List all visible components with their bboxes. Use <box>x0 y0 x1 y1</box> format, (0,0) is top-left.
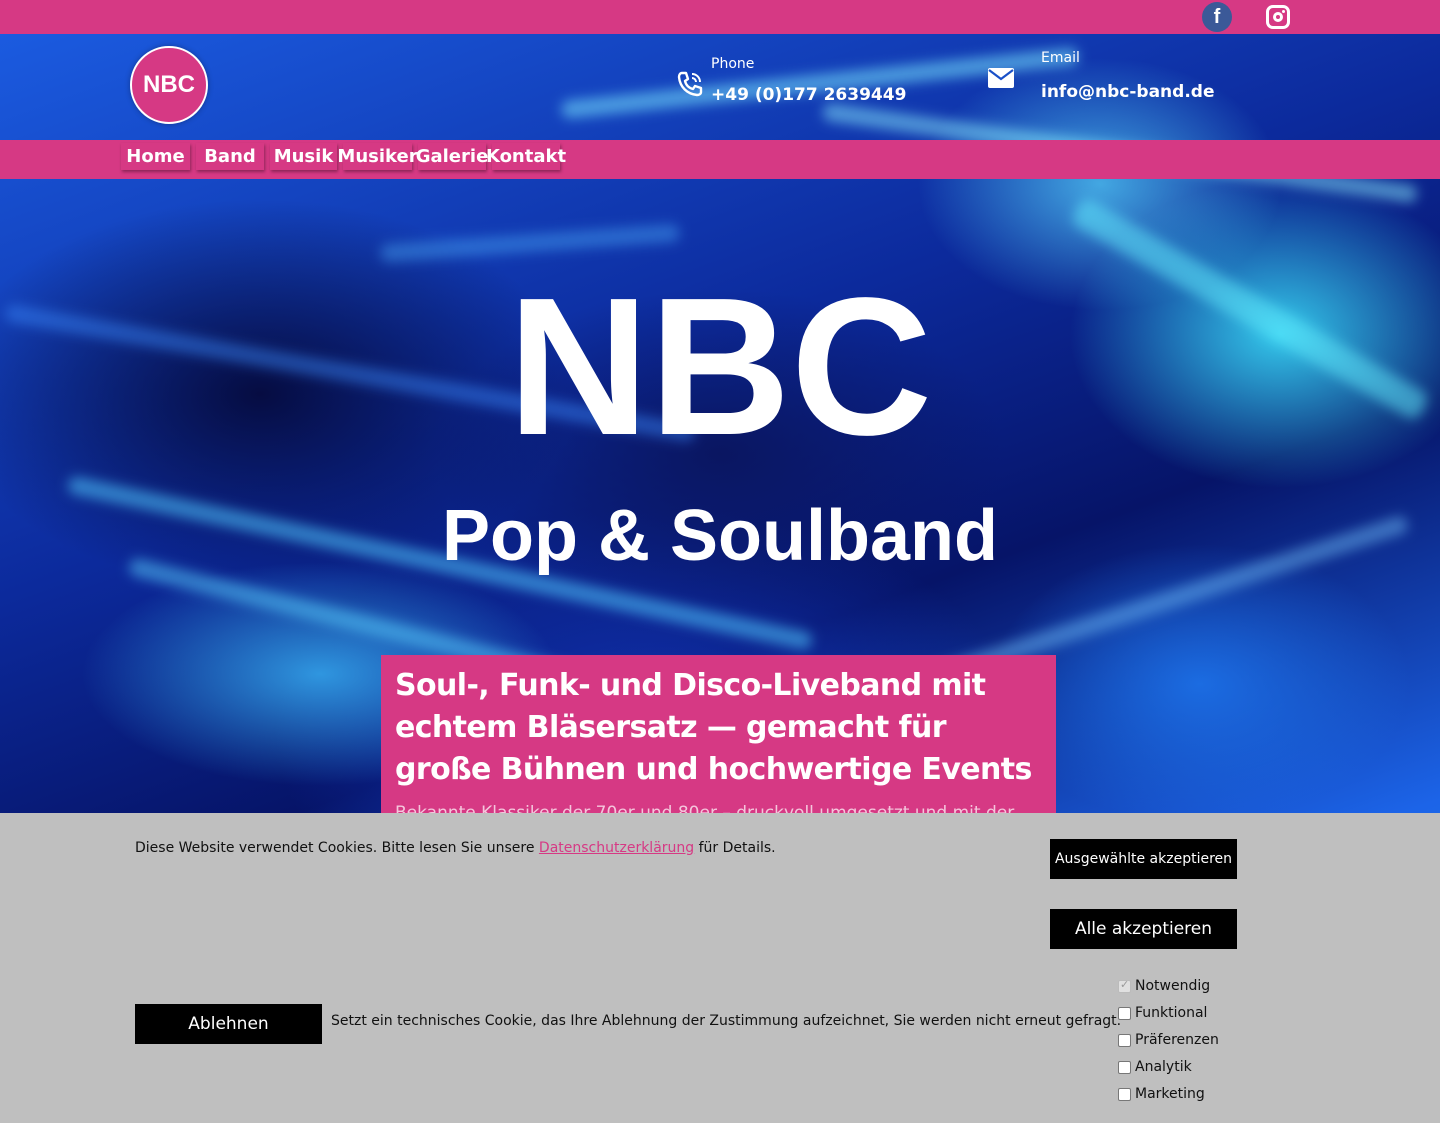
nav-kontakt[interactable]: Kontakt <box>486 143 566 170</box>
logo-text: NBC <box>143 71 195 98</box>
hero-title: NBC <box>507 257 933 476</box>
intro-heading: Soul-, Funk- und Disco-Liveband mit echt… <box>395 668 1032 787</box>
privacy-policy-link[interactable]: Datenschutzerklärung <box>539 840 694 856</box>
nav-musiker[interactable]: Musiker <box>337 143 418 170</box>
cookie-category-praeferenzen[interactable]: Präferenzen <box>1118 1032 1219 1048</box>
hero-subtitle: Pop & Soulband <box>442 496 998 576</box>
decline-button[interactable]: Ablehnen <box>135 1004 322 1044</box>
cookie-category-notwendig: Notwendig <box>1118 978 1210 994</box>
checkbox-marketing[interactable] <box>1118 1087 1131 1101</box>
cookie-banner: Diese Website verwendet Cookies. Bitte l… <box>0 813 1440 1123</box>
mail-icon <box>988 68 1014 88</box>
email-label: Email <box>1041 50 1080 66</box>
top-bar: f <box>0 0 1440 34</box>
checkbox-praeferenzen[interactable] <box>1118 1033 1131 1047</box>
checkbox-analytik[interactable] <box>1118 1060 1131 1074</box>
cookie-message: Diese Website verwendet Cookies. Bitte l… <box>135 840 776 856</box>
logo[interactable]: NBC <box>130 46 208 124</box>
checkbox-funktional[interactable] <box>1118 1006 1131 1020</box>
nav-galerie[interactable]: Galerie <box>416 143 488 170</box>
accept-all-button[interactable]: Alle akzeptieren <box>1050 909 1237 949</box>
phone-label: Phone <box>711 56 755 72</box>
cookie-category-marketing[interactable]: Marketing <box>1118 1086 1205 1102</box>
cookie-category-analytik[interactable]: Analytik <box>1118 1059 1192 1075</box>
checkbox-notwendig <box>1118 978 1131 993</box>
instagram-icon[interactable] <box>1263 2 1293 32</box>
phone-icon <box>677 71 703 97</box>
nav-home[interactable]: Home <box>121 143 190 170</box>
phone-number[interactable]: +49 (0)177 2639449 <box>711 85 906 105</box>
nav-band[interactable]: Band <box>196 143 264 170</box>
nav-musik[interactable]: Musik <box>270 143 337 170</box>
email-address[interactable]: info@nbc-band.de <box>1041 82 1214 102</box>
cookie-category-funktional[interactable]: Funktional <box>1118 1005 1207 1021</box>
decline-note: Setzt ein technisches Cookie, das Ihre A… <box>331 1013 1122 1029</box>
accept-selected-button[interactable]: Ausgewählte akzeptieren <box>1050 839 1237 879</box>
facebook-icon[interactable]: f <box>1202 2 1232 32</box>
